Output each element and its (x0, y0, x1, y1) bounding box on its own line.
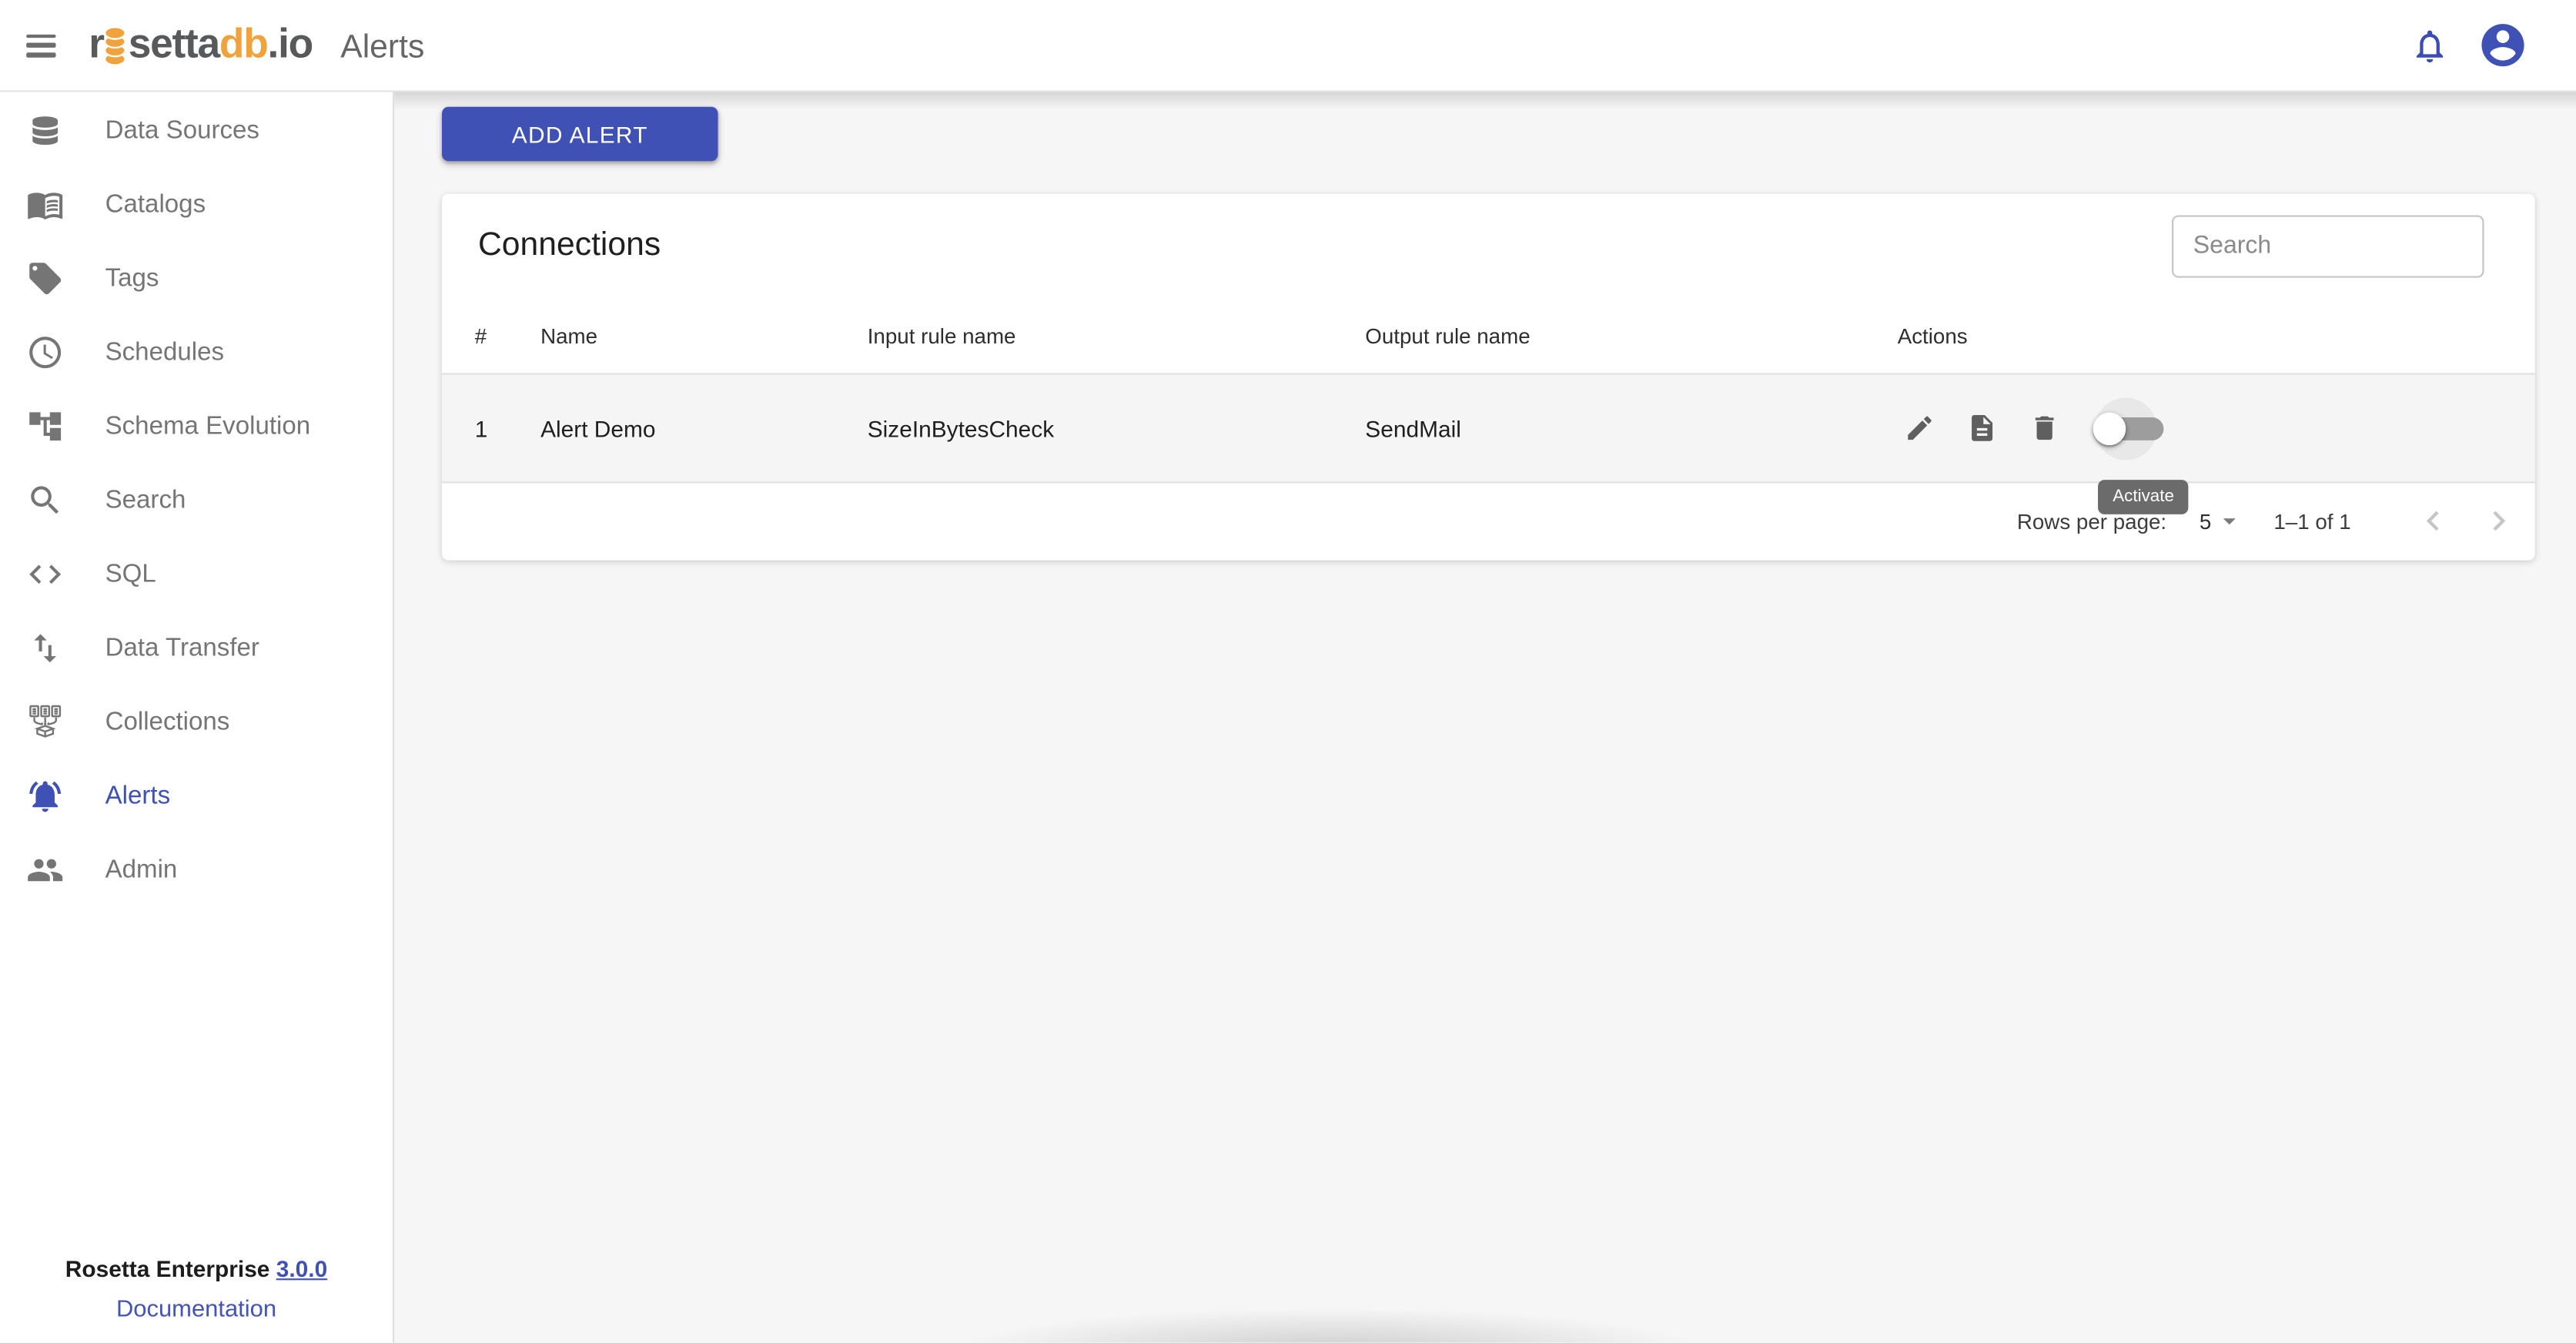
sidebar-item-label: Search (105, 486, 186, 515)
sidebar-item-label: Schema Evolution (105, 412, 311, 441)
product-version: Rosetta Enterprise 3.0.0 (0, 1251, 393, 1288)
clock-icon (26, 333, 64, 371)
collections-icon (26, 703, 64, 741)
app-bar: r settadb.io Alerts (0, 0, 2576, 92)
col-header-output-rule: Output rule name (1365, 323, 1897, 347)
sidebar-item-search[interactable]: Search (0, 464, 393, 538)
card-title: Connections (478, 226, 661, 264)
col-header-num: # (475, 323, 540, 347)
rows-per-page-value: 5 (2200, 508, 2211, 533)
version-link[interactable]: 3.0.0 (276, 1256, 327, 1282)
delete-icon[interactable] (2029, 413, 2060, 444)
activate-tooltip: Activate (2098, 480, 2189, 514)
page-title: Alerts (340, 27, 424, 63)
logo-text-setta: setta (129, 25, 219, 65)
table-header-row: # Name Input rule name Output rule name … (442, 297, 2535, 374)
code-icon (26, 555, 64, 593)
table-row: 1 Alert Demo SizeInBytesCheck SendMail (442, 375, 2535, 484)
add-alert-button[interactable]: ADD ALERT (442, 107, 718, 161)
next-page-button[interactable] (2479, 501, 2518, 541)
pagination-bar: Rows per page: 5 1–1 of 1 (442, 483, 2535, 558)
sidebar-item-tags[interactable]: Tags (0, 242, 393, 316)
activate-toggle[interactable] (2095, 397, 2157, 459)
sidebar-item-label: SQL (105, 560, 156, 589)
sidebar-item-label: Tags (105, 263, 159, 293)
coin-stack-icon (104, 24, 129, 66)
logo-text-io: .io (268, 25, 313, 65)
notifications-bell-icon[interactable] (2410, 25, 2449, 65)
bell-icon (26, 777, 64, 815)
cell-name: Alert Demo (540, 415, 868, 441)
card-header: Connections (442, 194, 2535, 297)
sidebar-item-label: Alerts (105, 782, 171, 811)
sidebar-item-label: Collections (105, 708, 230, 737)
chevron-left-icon (2414, 501, 2453, 541)
sidebar-item-catalogs[interactable]: Catalogs (0, 168, 393, 242)
document-icon[interactable] (1966, 413, 1998, 444)
sidebar-footer: Rosetta Enterprise 3.0.0 Documentation (0, 1251, 393, 1330)
sidebar-item-data-transfer[interactable]: Data Transfer (0, 611, 393, 685)
edit-icon[interactable] (1904, 413, 1935, 444)
product-name: Rosetta Enterprise (65, 1256, 270, 1282)
sidebar: Data Sources Catalogs Tags Schedules Sch… (0, 92, 394, 1343)
database-icon (26, 112, 64, 149)
sidebar-item-schema-evolution[interactable]: Schema Evolution (0, 390, 393, 464)
col-header-actions: Actions (1898, 323, 2535, 347)
logo-text-r: r (89, 25, 104, 65)
sidebar-item-data-sources[interactable]: Data Sources (0, 94, 393, 168)
sidebar-item-sql[interactable]: SQL (0, 538, 393, 611)
book-icon (26, 186, 64, 223)
rows-per-page-select[interactable]: 5 (2200, 506, 2244, 535)
sidebar-item-label: Data Transfer (105, 634, 259, 663)
col-header-name: Name (540, 323, 868, 347)
sidebar-nav: Data Sources Catalogs Tags Schedules Sch… (0, 92, 393, 907)
col-header-input-rule: Input rule name (868, 323, 1366, 347)
pagination-range: 1–1 of 1 (2273, 508, 2350, 533)
toggle-knob (2093, 412, 2126, 445)
chevron-right-icon (2479, 501, 2518, 541)
rosettadb-logo[interactable]: r settadb.io (89, 24, 313, 66)
menu-icon[interactable] (26, 34, 55, 57)
previous-page-button[interactable] (2414, 501, 2453, 541)
logo-text-db: db (219, 25, 268, 65)
cell-actions (1904, 397, 2534, 459)
connections-card: Connections # Name Input rule name Outpu… (442, 194, 2535, 561)
sidebar-item-collections[interactable]: Collections (0, 685, 393, 759)
cell-input-rule: SizeInBytesCheck (868, 415, 1366, 441)
cell-num: 1 (475, 415, 540, 441)
people-icon (26, 851, 64, 889)
cell-output-rule: SendMail (1365, 415, 1897, 441)
documentation-link[interactable]: Documentation (116, 1296, 276, 1322)
main-content: ADD ALERT Connections # Name Input rule … (394, 92, 2576, 1343)
sidebar-item-label: Admin (105, 856, 178, 885)
transfer-icon (26, 629, 64, 667)
sidebar-item-schedules[interactable]: Schedules (0, 316, 393, 390)
search-icon (26, 481, 64, 519)
user-avatar[interactable] (2477, 20, 2528, 71)
bottom-edge-shadow (887, 1294, 1774, 1343)
sidebar-item-label: Catalogs (105, 189, 206, 219)
sidebar-item-label: Schedules (105, 338, 224, 367)
sidebar-item-admin[interactable]: Admin (0, 833, 393, 907)
sidebar-item-label: Data Sources (105, 116, 259, 145)
app: r settadb.io Alerts Data Sources (0, 0, 2576, 1343)
sidebar-item-alerts[interactable]: Alerts (0, 759, 393, 833)
dropdown-arrow-icon (2215, 506, 2244, 535)
tag-icon (26, 260, 64, 297)
schema-icon (26, 407, 64, 445)
search-input[interactable] (2172, 214, 2484, 276)
